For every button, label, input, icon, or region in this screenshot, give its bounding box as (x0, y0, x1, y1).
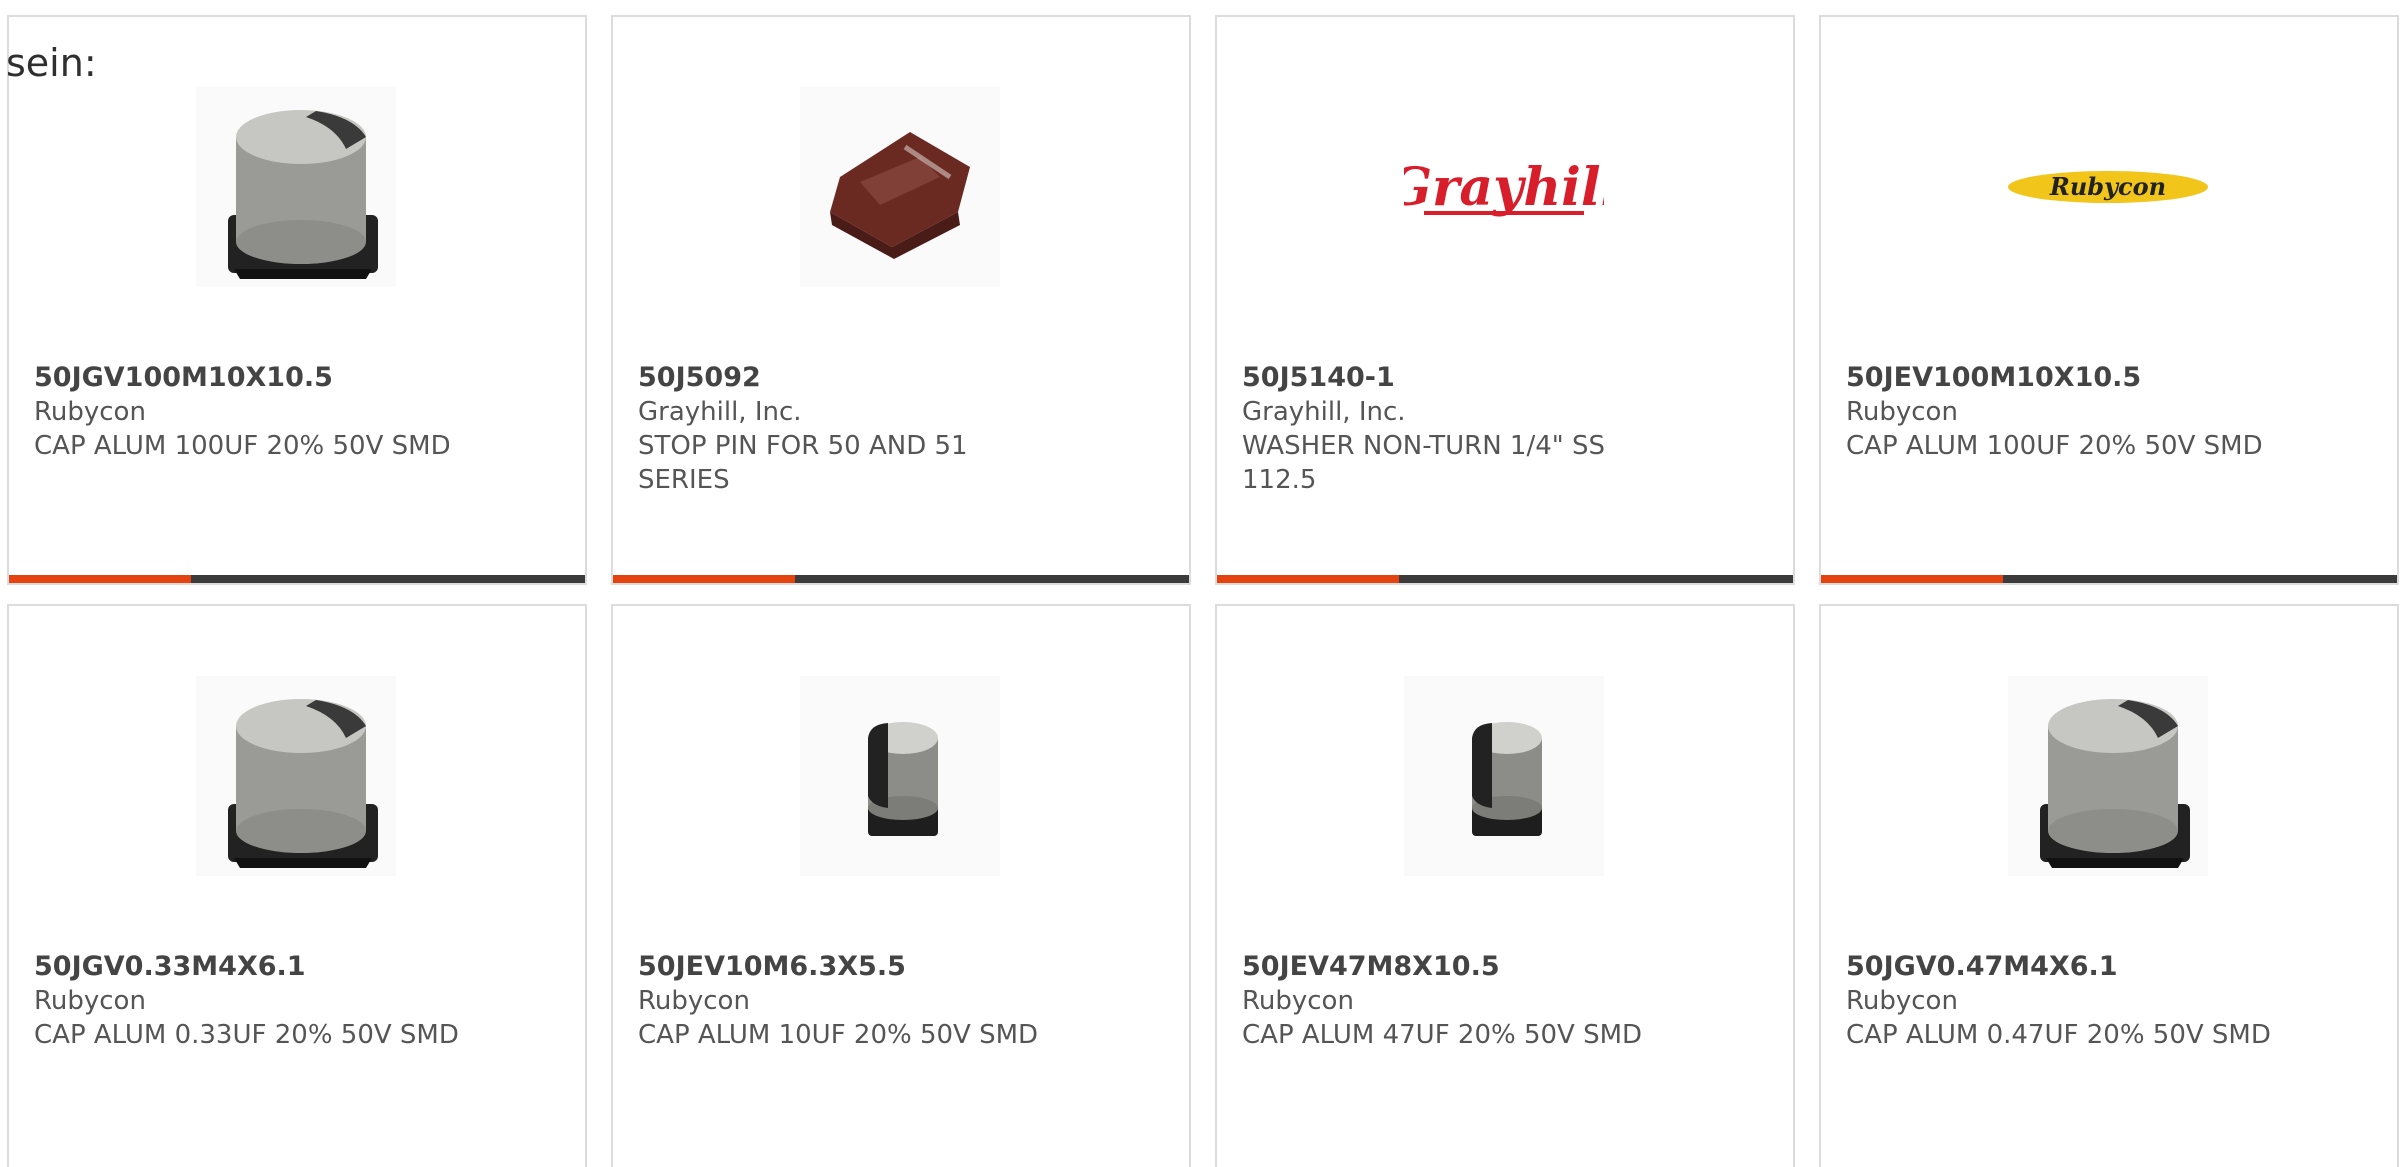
part-number[interactable]: 50JEV47M8X10.5 (1242, 950, 1742, 984)
description: WASHER NON-TURN 1/4" SS 112.5 (1242, 431, 1606, 495)
description: CAP ALUM 47UF 20% 50V SMD (1242, 1020, 1643, 1050)
part-number[interactable]: 50JGV100M10X10.5 (34, 361, 534, 395)
description: STOP PIN FOR 50 AND 51 SERIES (638, 431, 968, 495)
card-meta: 50JGV0.47M4X6.1 Rubycon CAP ALUM 0.47UF … (1846, 950, 2346, 1052)
product-card[interactable]: 50JGV100M10X10.5 Rubycon CAP ALUM 100UF … (7, 15, 587, 585)
card-meta: 50J5140-1 Grayhill, Inc. WASHER NON-TURN… (1242, 361, 1742, 497)
description: CAP ALUM 0.33UF 20% 50V SMD (34, 1020, 459, 1050)
grayhill-logo-text: Grayhill (1404, 157, 1604, 218)
part-number[interactable]: 50JEV10M6.3X5.5 (638, 950, 1138, 984)
capacitor-large-image (196, 87, 396, 287)
manufacturer: Rubycon (34, 397, 146, 427)
manufacturer: Rubycon (1846, 397, 1958, 427)
product-card[interactable]: 50JGV0.47M4X6.1 Rubycon CAP ALUM 0.47UF … (1819, 604, 2399, 1167)
intro-text: sein: (6, 41, 97, 85)
card-bar (9, 575, 585, 583)
card-meta: 50JEV47M8X10.5 Rubycon CAP ALUM 47UF 20%… (1242, 950, 1742, 1052)
manufacturer: Rubycon (638, 986, 750, 1016)
card-bar (613, 575, 1189, 583)
product-card[interactable]: Rubycon 50JEV100M10X10.5 Rubycon CAP ALU… (1819, 15, 2399, 585)
capacitor-large-image (2008, 676, 2208, 876)
part-number[interactable]: 50JGV0.33M4X6.1 (34, 950, 534, 984)
product-card[interactable]: 50JGV0.33M4X6.1 Rubycon CAP ALUM 0.33UF … (7, 604, 587, 1167)
card-bar-accent (1821, 575, 2003, 583)
stop-pin-image (800, 87, 1000, 287)
grayhill-logo: Grayhill (1404, 87, 1604, 287)
part-number[interactable]: 50J5140-1 (1242, 361, 1742, 395)
manufacturer: Rubycon (1242, 986, 1354, 1016)
product-card[interactable]: 50J5092 Grayhill, Inc. STOP PIN FOR 50 A… (611, 15, 1191, 585)
card-bar (1217, 575, 1793, 583)
capacitor-large-image (196, 676, 396, 876)
card-meta: 50JGV100M10X10.5 Rubycon CAP ALUM 100UF … (34, 361, 534, 463)
card-bar (1821, 575, 2397, 583)
product-grid-page: sein: 50JGV100M10X10.5 Rubycon CAP ALUM … (0, 0, 2400, 1167)
manufacturer: Rubycon (34, 986, 146, 1016)
description: CAP ALUM 10UF 20% 50V SMD (638, 1020, 1039, 1050)
rubycon-logo: Rubycon (2008, 87, 2208, 287)
product-card[interactable]: 50JEV10M6.3X5.5 Rubycon CAP ALUM 10UF 20… (611, 604, 1191, 1167)
part-number[interactable]: 50J5092 (638, 361, 1138, 395)
card-meta: 50JEV100M10X10.5 Rubycon CAP ALUM 100UF … (1846, 361, 2346, 463)
description: CAP ALUM 100UF 20% 50V SMD (1846, 431, 2263, 461)
manufacturer: Grayhill, Inc. (1242, 397, 1406, 427)
part-number[interactable]: 50JEV100M10X10.5 (1846, 361, 2346, 395)
manufacturer: Rubycon (1846, 986, 1958, 1016)
card-bar-accent (1217, 575, 1399, 583)
description: CAP ALUM 100UF 20% 50V SMD (34, 431, 451, 461)
card-meta: 50J5092 Grayhill, Inc. STOP PIN FOR 50 A… (638, 361, 1138, 497)
description: CAP ALUM 0.47UF 20% 50V SMD (1846, 1020, 2271, 1050)
card-bar-accent (9, 575, 191, 583)
rubycon-logo-text: Rubycon (2049, 172, 2166, 201)
part-number[interactable]: 50JGV0.47M4X6.1 (1846, 950, 2346, 984)
card-meta: 50JEV10M6.3X5.5 Rubycon CAP ALUM 10UF 20… (638, 950, 1138, 1052)
product-card[interactable]: 50JEV47M8X10.5 Rubycon CAP ALUM 47UF 20%… (1215, 604, 1795, 1167)
capacitor-small-image (800, 676, 1000, 876)
product-card[interactable]: Grayhill 50J5140-1 Grayhill, Inc. WASHER… (1215, 15, 1795, 585)
capacitor-small-image (1404, 676, 1604, 876)
card-meta: 50JGV0.33M4X6.1 Rubycon CAP ALUM 0.33UF … (34, 950, 534, 1052)
manufacturer: Grayhill, Inc. (638, 397, 802, 427)
card-bar-accent (613, 575, 795, 583)
